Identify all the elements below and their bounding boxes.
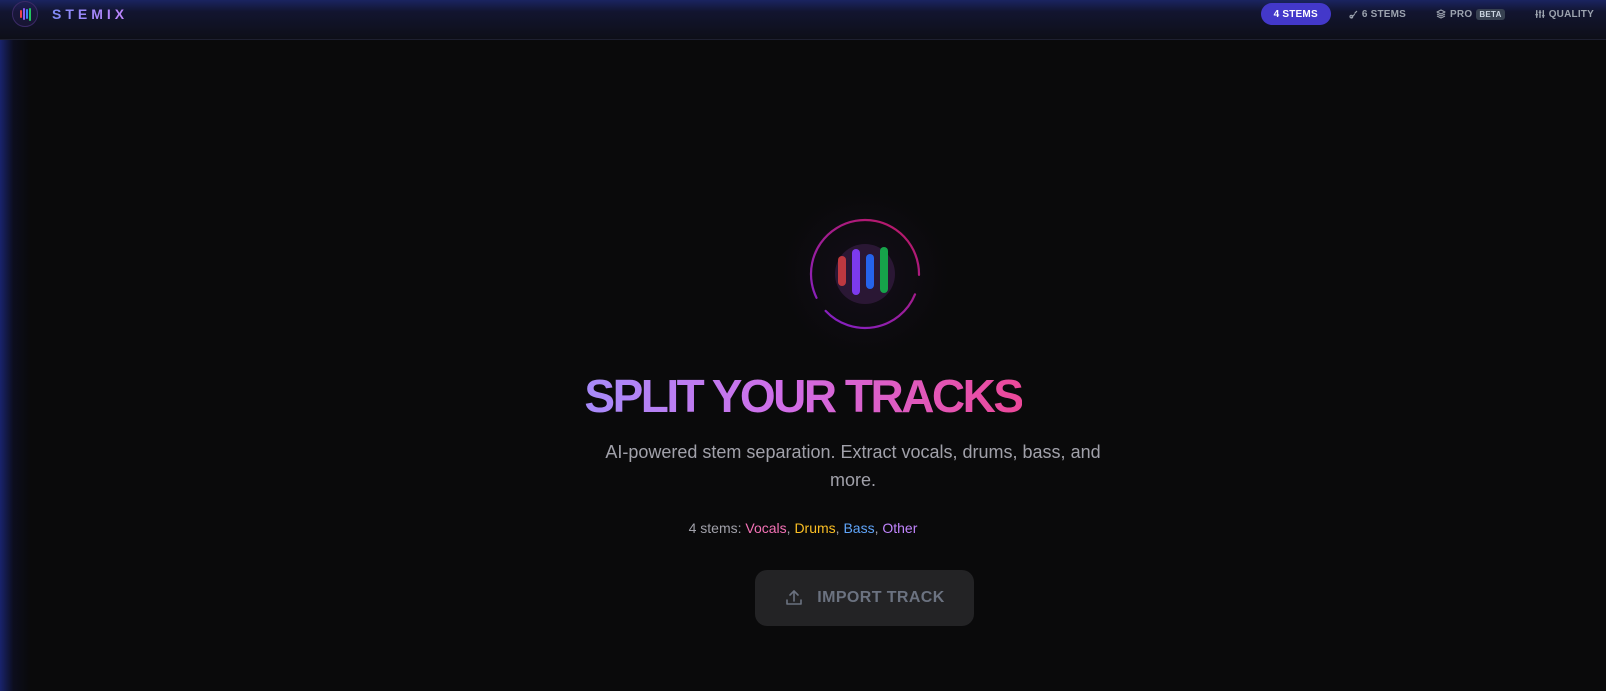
import-track-button[interactable]: IMPORT TRACK bbox=[755, 570, 974, 626]
logo-icon bbox=[12, 1, 38, 27]
layers-icon bbox=[1436, 9, 1446, 19]
left-edge-glow bbox=[0, 0, 30, 691]
upload-icon bbox=[784, 588, 804, 608]
stems-list: 4 stems: Vocals, Drums, Bass, Other bbox=[0, 520, 1606, 536]
brand[interactable]: STEMIX bbox=[12, 0, 128, 28]
tab-quality[interactable]: QUALITY bbox=[1523, 3, 1606, 25]
tab-6-stems-label: 6 STEMS bbox=[1361, 8, 1407, 20]
brand-name: STEMIX bbox=[52, 6, 129, 22]
import-track-label: IMPORT TRACK bbox=[817, 589, 945, 606]
stems-prefix: 4 stems: bbox=[688, 520, 746, 536]
mode-nav: 4 STEMS 6 STEMS PRO BETA QUALITY bbox=[1255, 2, 1606, 26]
page-title: SPLIT YOUR TRACKS bbox=[584, 370, 1024, 422]
waveform-icon bbox=[781, 190, 949, 358]
tab-pro-label: PRO bbox=[1450, 8, 1473, 20]
beta-badge: BETA bbox=[1476, 8, 1505, 20]
top-bar: STEMIX 4 STEMS 6 STEMS PRO BETA QUALITY bbox=[0, 0, 1606, 40]
stem-vocals: Vocals bbox=[745, 520, 787, 536]
page-subtitle: AI-powered stem separation. Extract voca… bbox=[605, 442, 1101, 490]
stem-other: Other bbox=[882, 520, 918, 536]
tab-pro[interactable]: PRO BETA bbox=[1424, 3, 1517, 25]
stem-bass: Bass bbox=[843, 520, 875, 536]
tab-4-stems[interactable]: 4 STEMS bbox=[1260, 3, 1331, 25]
tab-quality-label: QUALITY bbox=[1548, 8, 1594, 20]
guitar-icon bbox=[1349, 10, 1358, 19]
tab-6-stems[interactable]: 6 STEMS bbox=[1337, 3, 1418, 25]
sliders-icon bbox=[1535, 9, 1545, 19]
tab-4-stems-label: 4 STEMS bbox=[1273, 8, 1318, 20]
stem-drums: Drums bbox=[794, 520, 836, 536]
